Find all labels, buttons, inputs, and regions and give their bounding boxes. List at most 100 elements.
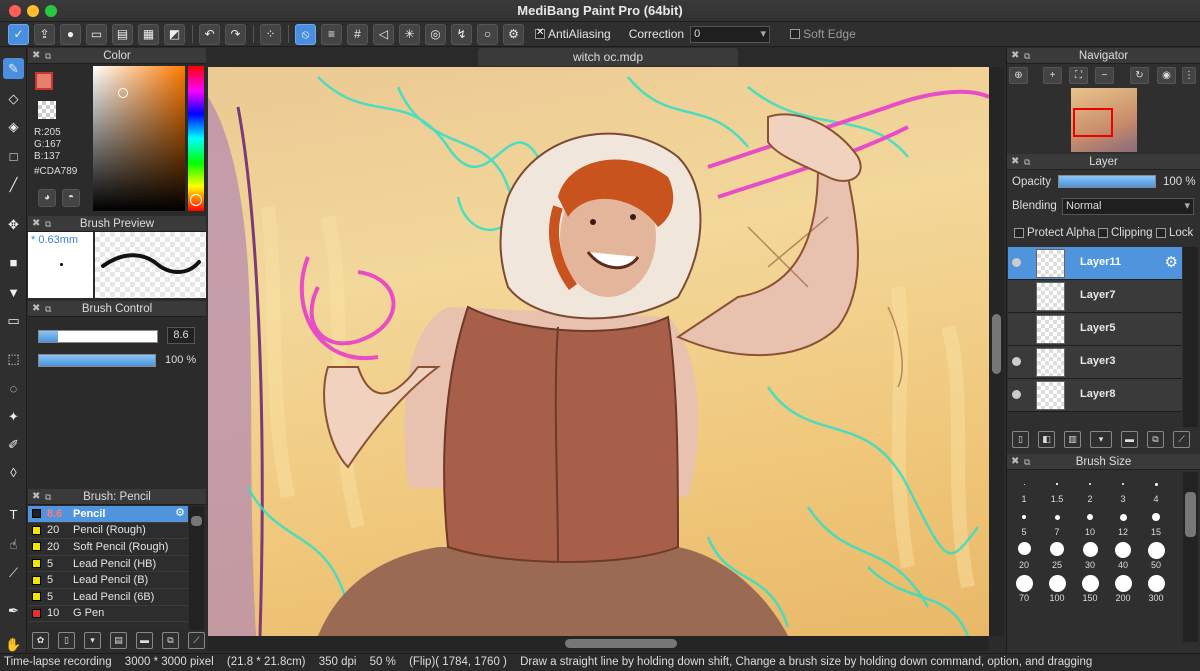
select-eraser-icon[interactable]: ◊ <box>3 462 24 483</box>
message-icon[interactable]: ▭ <box>86 23 107 45</box>
window-minimize-button[interactable] <box>27 5 39 17</box>
snap-parallel-icon[interactable]: ≡ <box>321 23 342 45</box>
popout-icon[interactable]: ⧉ <box>45 48 51 64</box>
add-brush-icon[interactable]: ✿ <box>32 631 49 649</box>
snap-radial-icon[interactable]: ✳ <box>399 23 420 45</box>
undo-icon[interactable]: ↶ <box>199 23 220 45</box>
brush-size-cell[interactable]: 200 <box>1107 571 1139 603</box>
select-pen-icon[interactable]: ✐ <box>3 434 24 455</box>
brush-item[interactable]: 5 Lead Pencil (HB) <box>28 556 188 573</box>
brush-duplicate-icon[interactable]: ⧉ <box>162 631 179 649</box>
antialiasing-checkbox[interactable]: AntiAliasing <box>535 27 611 41</box>
brush-item[interactable]: 5 Lead Pencil (6B) <box>28 589 188 606</box>
correction-select[interactable]: 0 <box>690 25 771 43</box>
duplicate-layer-icon[interactable]: ⧉ <box>1147 430 1164 448</box>
selection-dots-icon[interactable]: ⁘ <box>260 23 281 45</box>
brush-size-field[interactable]: 8.6 <box>167 327 195 344</box>
lock-checkbox[interactable]: Lock <box>1156 227 1193 239</box>
brush-size-cell[interactable]: 150 <box>1074 571 1106 603</box>
window-close-button[interactable] <box>9 5 21 17</box>
lasso-tool-icon[interactable]: ◌ <box>3 378 24 399</box>
brush-folder-icon[interactable]: ▬ <box>136 631 153 649</box>
layer-list-scrollbar[interactable] <box>1183 247 1198 427</box>
new-halftone-layer-icon[interactable]: ▥ <box>1064 430 1081 448</box>
popout-icon[interactable]: ⧉ <box>45 301 51 317</box>
select-rect-icon[interactable]: ⬚ <box>3 348 24 369</box>
zoom-fit-icon[interactable]: ⊕ <box>1009 67 1028 84</box>
cloud-sync-icon[interactable]: ✓ <box>8 23 29 45</box>
layer-row[interactable]: Layer7 <box>1008 280 1182 313</box>
document-icon[interactable]: ▤ <box>112 23 133 45</box>
rotate-icon[interactable]: ↻ <box>1130 67 1149 84</box>
snap-off-icon[interactable]: ⦸ <box>295 23 316 45</box>
brush-size-cell[interactable]: 1 <box>1008 472 1040 504</box>
comment-icon[interactable]: ● <box>60 23 81 45</box>
brush-size-cell[interactable]: 15 <box>1140 505 1172 537</box>
close-icon[interactable]: ✖ <box>32 301 40 317</box>
snap-perspective-icon[interactable]: ◁ <box>373 23 394 45</box>
comic-layout-icon[interactable]: ◩ <box>164 23 185 45</box>
page-list-icon[interactable]: ▦ <box>138 23 159 45</box>
move-tool-icon[interactable]: ✥ <box>3 214 24 235</box>
popout-icon[interactable]: ⧉ <box>45 489 51 505</box>
brush-item[interactable]: 5 Lead Pencil (B) <box>28 572 188 589</box>
snap-curve-icon[interactable]: ↯ <box>451 23 472 45</box>
brush-list-scrollbar[interactable] <box>189 506 204 630</box>
color-wheel-icon[interactable]: ◓ <box>62 189 80 207</box>
close-icon[interactable]: ✖ <box>1011 154 1019 170</box>
new-brush-icon[interactable]: ▯ <box>58 631 75 649</box>
brush-size-cell[interactable]: 3 <box>1107 472 1139 504</box>
zoom-actual-icon[interactable]: ⛶ <box>1069 67 1088 84</box>
close-icon[interactable]: ✖ <box>1011 454 1019 470</box>
saturation-value-picker[interactable] <box>93 66 185 211</box>
text-tool-icon[interactable]: T <box>3 504 24 525</box>
clipping-checkbox[interactable]: Clipping <box>1098 227 1153 239</box>
close-icon[interactable]: ✖ <box>32 489 40 505</box>
new-color-layer-icon[interactable]: ◧ <box>1038 430 1055 448</box>
zoom-out-icon[interactable]: − <box>1095 67 1114 84</box>
brush-delete-icon[interactable]: ⟋ <box>188 631 205 649</box>
brush-size-cell[interactable]: 10 <box>1074 505 1106 537</box>
brush-opacity-slider[interactable] <box>38 354 156 367</box>
zoom-in-icon[interactable]: + <box>1043 67 1062 84</box>
brush-size-cell[interactable]: 2 <box>1074 472 1106 504</box>
brush-item[interactable]: 10 G Pen <box>28 606 188 623</box>
brush-size-cell[interactable]: 12 <box>1107 505 1139 537</box>
brush-size-cell[interactable]: 30 <box>1074 538 1106 570</box>
brush-settings-icon[interactable]: ▤ <box>110 631 127 649</box>
brush-item[interactable]: 20 Soft Pencil (Rough) <box>28 539 188 556</box>
layer-opacity-slider[interactable] <box>1058 175 1156 188</box>
brush-tool-icon[interactable]: ✎ <box>3 58 24 79</box>
hue-slider-knob[interactable] <box>190 194 202 206</box>
brush-size-slider[interactable] <box>38 330 158 343</box>
fill-rect-icon[interactable]: ■ <box>3 252 24 273</box>
scroll-thumb[interactable] <box>1185 492 1196 537</box>
popout-icon[interactable]: ⧉ <box>1024 154 1030 170</box>
popout-icon[interactable]: ⧉ <box>1024 48 1030 64</box>
snap-settings-icon[interactable]: ⚙ <box>503 23 524 45</box>
brush-size-cell[interactable]: 70 <box>1008 571 1040 603</box>
add-layer-menu-icon[interactable]: ▾ <box>1090 430 1112 448</box>
gradient-tool-icon[interactable]: ▭ <box>3 310 24 331</box>
popout-icon[interactable]: ⧉ <box>45 216 51 232</box>
layer-folder-icon[interactable]: ▬ <box>1121 430 1138 448</box>
scroll-thumb[interactable] <box>565 639 677 648</box>
layer-row[interactable]: Layer8 <box>1008 379 1182 412</box>
hand-tool-icon[interactable]: ✋ <box>3 634 24 655</box>
drawing-canvas[interactable] <box>208 67 989 636</box>
layer-row[interactable]: Layer3 <box>1008 346 1182 379</box>
reset-view-icon[interactable]: ◉ <box>1157 67 1176 84</box>
color-picker-cursor[interactable] <box>118 88 128 98</box>
eyedropper-tool-icon[interactable]: ✒ <box>3 600 24 621</box>
blending-select[interactable]: Normal <box>1062 198 1194 215</box>
brush-size-cell[interactable]: 300 <box>1140 571 1172 603</box>
canvas-horizontal-scrollbar[interactable] <box>208 636 989 651</box>
divide-tool-icon[interactable]: ⟋ <box>3 562 24 583</box>
gear-icon[interactable]: ⚙ <box>175 506 185 519</box>
snap-ellipse-icon[interactable]: ○ <box>477 23 498 45</box>
brush-size-cell[interactable]: 1.5 <box>1041 472 1073 504</box>
protect-alpha-checkbox[interactable]: Protect Alpha <box>1014 227 1095 239</box>
brush-size-cell[interactable]: 7 <box>1041 505 1073 537</box>
brush-menu-icon[interactable]: ▾ <box>84 631 101 649</box>
line-tool-icon[interactable]: ╱ <box>3 174 24 195</box>
